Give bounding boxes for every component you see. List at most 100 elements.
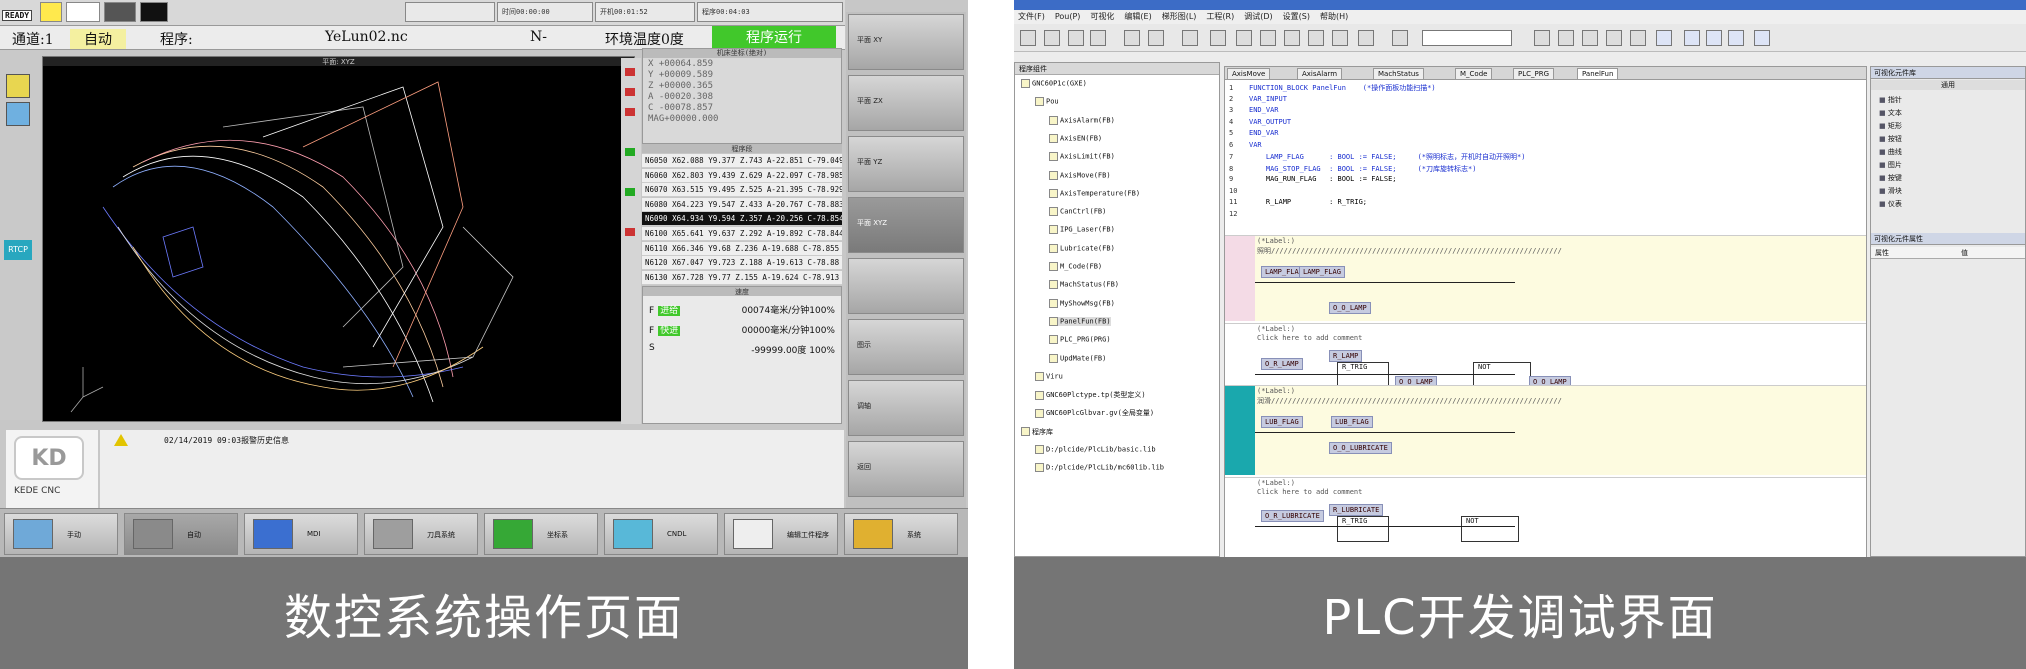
program-line[interactable]: N6090 X64.934 Y9.594 Z.357 A-20.256 C-78… [642,212,842,227]
view-button[interactable]: 返回 [848,441,964,497]
tree-item[interactable]: 程序库 [1021,427,1053,437]
ladder-variable[interactable]: R_LUBRICATE [1329,504,1384,516]
toolbar-icon[interactable] [1606,30,1622,46]
view-button[interactable]: 平面 XYZ [848,197,964,253]
menu-item[interactable]: 可视化 [1090,12,1114,21]
softkey-1[interactable]: 手动 [4,513,118,555]
rotate-icon[interactable] [625,148,635,156]
tree-item[interactable]: PLC_PRG(PRG) [1049,335,1111,345]
view-button[interactable]: 平面 XY [848,14,964,70]
library-item[interactable]: ■ 滑块 [1879,186,1902,196]
ladder-variable[interactable]: LAMP_FLAG [1299,266,1345,278]
tree-item[interactable]: GNC60Plctype.tp(类型定义) [1035,390,1146,400]
rotate-icon[interactable] [625,188,635,196]
toolbar-icon[interactable] [1124,30,1140,46]
softkey-4[interactable]: 刀具系统 [364,513,478,555]
editor-tab[interactable]: AxisAlarm [1297,68,1343,80]
tree-item[interactable]: Lubricate(FB) [1049,243,1115,253]
toolpath-viewport[interactable]: 平面: XYZ [42,56,635,422]
toolbar-icon[interactable] [1182,30,1198,46]
program-line[interactable]: N6080 X64.223 Y9.547 Z.433 A-20.767 C-78… [642,197,842,212]
tree-item[interactable]: D:/plcide/PlcLib/basic.lib [1035,445,1156,454]
library-item[interactable]: ■ 曲线 [1879,147,1902,157]
library-item[interactable]: ■ 图片 [1879,160,1902,170]
tree-item[interactable]: M_Code(FB) [1049,262,1102,271]
softkey-6[interactable]: CNDL [604,513,718,555]
ladder-variable[interactable]: LUB_FLAG [1261,416,1303,428]
tree-item[interactable]: AxisTemperature(FB) [1049,188,1140,198]
library-item[interactable]: ■ 文本 [1879,108,1902,118]
tree-item[interactable]: PanelFun(FB) [1049,316,1111,326]
softkey-3[interactable]: MDI [244,513,358,555]
menu-item[interactable]: 工程(R) [1206,12,1234,21]
tree-item[interactable]: AxisEN(FB) [1049,133,1102,143]
tree-item[interactable]: Pou [1035,97,1059,107]
editor-tab[interactable]: M_Code [1455,68,1493,80]
ladder-network[interactable]: (*Label:) 润滑/////////////////////////////… [1225,385,1866,475]
function-block[interactable]: NOT [1461,516,1519,542]
toolbar-combo[interactable] [1422,30,1512,46]
tree-item[interactable]: GNC60PlcGlbvar.gv(全局变量) [1035,408,1154,418]
menu-item[interactable]: 设置(S) [1283,12,1310,21]
program-line[interactable]: N6120 X67.047 Y9.723 Z.188 A-19.613 C-78… [642,256,842,271]
ladder-variable[interactable]: LUB_FLAG [1331,416,1373,428]
tool-icon[interactable] [6,102,30,126]
zoom-out-icon[interactable] [625,88,635,96]
toolbar-icon[interactable] [1558,30,1574,46]
menu-item[interactable]: 编辑(E) [1124,12,1151,21]
tree-item[interactable]: UpdMate(FB) [1049,353,1106,363]
softkey-5[interactable]: 坐标系 [484,513,598,555]
axis-icon[interactable] [6,74,30,98]
ladder-network[interactable]: (*Label:) Click here to add comment O_R_LA… [1225,323,1866,388]
softkey-7[interactable]: 编辑工件程序 [724,513,838,555]
editor-tab[interactable]: MachStatus [1373,68,1424,80]
toolbar-icon[interactable] [1068,30,1084,46]
rtcp-button[interactable]: RTCP [4,240,32,260]
ladder-network[interactable]: (*Label:) Click here to add comment O_R_LU… [1225,477,1866,557]
program-line[interactable]: N6100 X65.641 Y9.637 Z.292 A-19.892 C-78… [642,227,842,241]
toolbar-icon[interactable] [1284,30,1300,46]
toolbar-icon[interactable] [1090,30,1106,46]
view-button[interactable]: 图示 [848,319,964,375]
tree-item[interactable]: Viru [1035,371,1063,381]
toolbar-icon[interactable] [1210,30,1226,46]
editor-tab[interactable]: PanelFun [1577,68,1619,80]
toolbar-icon[interactable] [1358,30,1374,46]
ladder-variable[interactable]: O_R_LUBRICATE [1261,510,1324,522]
softkey-2[interactable]: 自动 [124,513,238,555]
toolbar-icon[interactable] [1754,30,1770,46]
view-button[interactable] [848,258,964,314]
close-icon[interactable] [625,108,635,116]
library-item[interactable]: ■ 仪表 [1879,199,1902,209]
program-line[interactable]: N6060 X62.803 Y9.439 Z.629 A-22.097 C-78… [642,168,842,183]
editor-tab[interactable]: AxisMove [1227,68,1271,80]
library-item[interactable]: ■ 按键 [1879,173,1902,183]
menu-item[interactable]: 梯形图(L) [1162,12,1197,21]
function-block[interactable]: R_TRIG [1337,516,1389,542]
ladder-variable[interactable]: O_O_LAMP [1329,302,1371,314]
view-button[interactable]: 平面 YZ [848,136,964,192]
tree-item[interactable]: AxisMove(FB) [1049,170,1111,180]
menu-item[interactable]: 调试(D) [1244,12,1272,21]
toolbar-icon[interactable] [1392,30,1408,46]
tree-item[interactable]: AxisAlarm(FB) [1049,115,1115,125]
tree-item[interactable]: AxisLimit(FB) [1049,152,1115,162]
declaration-area[interactable]: 1 FUNCTION_BLOCK PanelFun (*操作面板功能扫描*) 2 VA… [1225,81,1866,235]
toolbar-icon[interactable] [1260,30,1276,46]
program-line[interactable]: N6130 X67.728 Y9.77 Z.155 A-19.624 C-78.… [642,270,842,285]
toolbar-icon[interactable] [1236,30,1252,46]
toolbar-icon[interactable] [1534,30,1550,46]
ladder-variable[interactable]: O_O_LUBRICATE [1329,442,1392,454]
program-line[interactable]: N6110 X66.346 Y9.68 Z.236 A-19.688 C-78.… [642,241,842,256]
ladder-network[interactable]: (*Label:) 照明/////////////////////////////… [1225,235,1866,321]
menu-item[interactable]: 文件(F) [1018,12,1045,21]
program-line[interactable]: N6070 X63.515 Y9.495 Z.525 A-21.395 C-78… [642,183,842,198]
menu-item[interactable]: 帮助(H) [1320,12,1348,21]
tree-item[interactable]: D:/plcide/PlcLib/mc60lib.lib [1035,463,1164,473]
toolbar-icon[interactable] [1308,30,1324,46]
library-tab[interactable]: 通用 [1871,80,2025,90]
ladder-variable[interactable]: R_LAMP [1329,350,1363,362]
toolbar-icon[interactable] [1656,30,1672,46]
view-button[interactable]: 平面 ZX [848,75,964,131]
editor-tab[interactable]: PLC_PRG [1513,68,1555,80]
